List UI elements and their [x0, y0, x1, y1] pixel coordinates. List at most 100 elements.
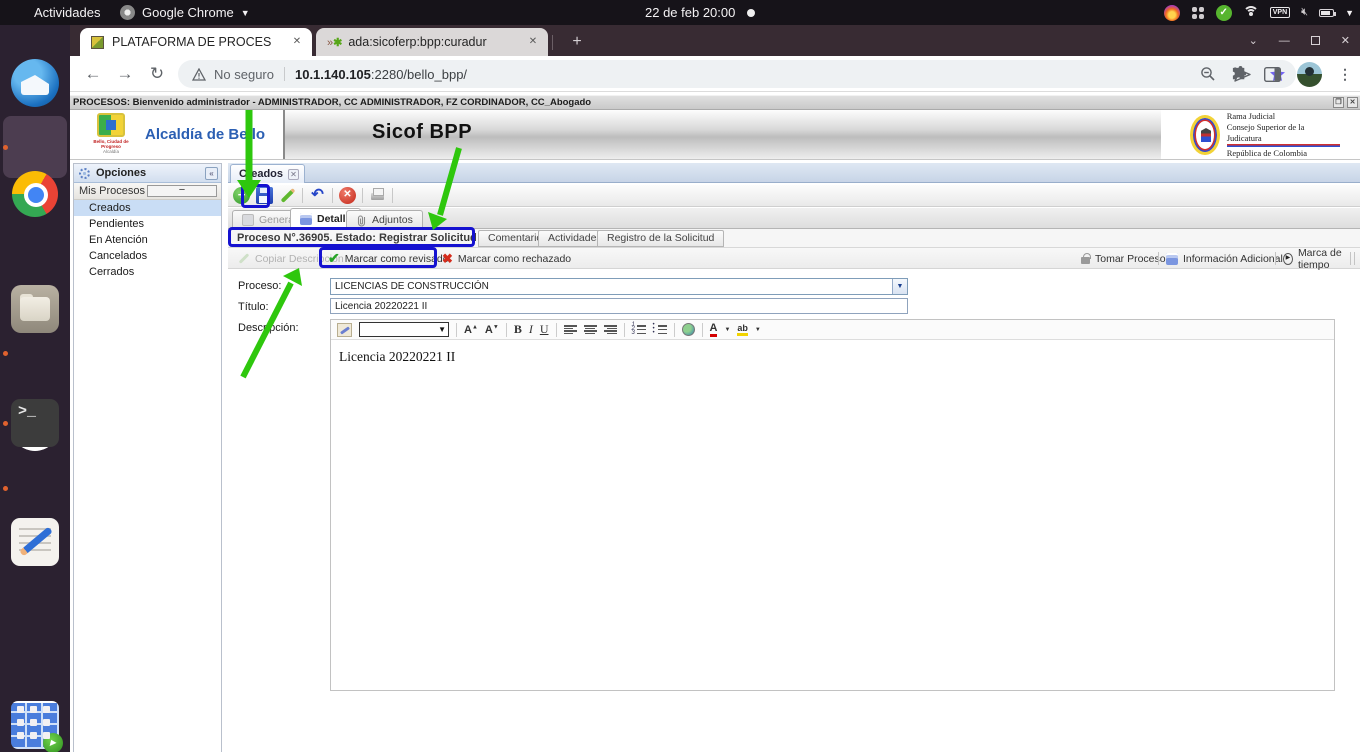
description-editor: A▲ A▼ B I U A▼ ab▼ Licencia 20220221 II — [330, 319, 1335, 691]
screen: Actividades Google Chrome ▼ 22 de feb 20… — [0, 0, 1360, 752]
proceso-select[interactable]: LICENCIAS DE CONSTRUCCIÓN ▼ — [330, 278, 908, 295]
workspace-tab-bar: Creados ✕ — [228, 163, 1360, 183]
forward-button[interactable]: → — [114, 63, 136, 85]
welcome-status-bar: PROCESOS: Bienvenido administrador - ADM… — [70, 95, 1360, 110]
slack-indicator-icon[interactable] — [1191, 6, 1205, 20]
description-textarea[interactable]: Licencia 20220221 II — [331, 340, 1334, 691]
app-title: Sicof BPP — [372, 121, 472, 144]
url-path: :2280/bello_bpp/ — [371, 67, 467, 82]
omnibox[interactable]: No seguro 10.1.140.105 :2280/bello_bpp/ — [178, 60, 1296, 88]
tab-plataforma[interactable]: PLATAFORMA DE PROCES ✕ — [80, 28, 312, 56]
app-menu[interactable]: Google Chrome ▼ — [120, 0, 250, 25]
print-button[interactable] — [369, 187, 386, 204]
detail-tab-bar: General Detalle Adjuntos — [228, 208, 1360, 229]
tab-registro-solicitud[interactable]: Registro de la Solicitud — [597, 230, 724, 247]
close-button[interactable]: ✕ — [1341, 34, 1350, 47]
gear-icon — [79, 168, 90, 179]
page-restore-icon[interactable]: ❐ — [1333, 97, 1344, 108]
clock-label: 22 de feb 20:00 — [645, 5, 735, 20]
chrome-menu-icon[interactable]: ⋮ — [1338, 66, 1352, 83]
judicial-rule — [1227, 144, 1340, 147]
profile-avatar[interactable] — [1297, 62, 1322, 87]
font-increase-icon[interactable]: A▲ — [464, 324, 478, 336]
crest-sub: Alcaldía — [88, 149, 134, 154]
sidebar-item-cerrados[interactable]: Cerrados — [74, 264, 221, 280]
sidebar-item-pendientes[interactable]: Pendientes — [74, 216, 221, 232]
tab2-close-icon[interactable]: ✕ — [525, 34, 541, 50]
dock-files-icon[interactable] — [11, 285, 59, 333]
sidebar-collapse-button[interactable]: « — [205, 167, 218, 180]
edit-button[interactable] — [279, 187, 296, 204]
sidebar-item-cancelados[interactable]: Cancelados — [74, 248, 221, 264]
sidebar-item-en-atencion[interactable]: En Atención — [74, 232, 221, 248]
insert-image-icon[interactable] — [682, 323, 695, 336]
sidebar-group-mis-procesos[interactable]: Mis Procesos − — [74, 183, 221, 200]
group-collapse-icon[interactable]: − — [147, 185, 217, 197]
crest-caption: Bello, Ciudad de Progreso — [88, 139, 134, 149]
judicial-line1: Rama Judicial — [1227, 111, 1340, 122]
select-arrow-icon[interactable]: ▼ — [892, 279, 907, 294]
bold-button[interactable]: B — [514, 322, 522, 337]
extensions-puzzle-icon[interactable] — [1231, 66, 1248, 83]
tab-creados-close-icon[interactable]: ✕ — [288, 169, 299, 180]
zoom-out-icon[interactable] — [1200, 66, 1216, 82]
tab-sicoferp[interactable]: »✱ ada:sicoferp:bpp:curadur ✕ — [316, 28, 548, 56]
app-indicator-icon[interactable] — [1164, 5, 1180, 21]
maximize-button[interactable] — [1311, 36, 1320, 45]
clock[interactable]: 22 de feb 20:00 — [645, 0, 755, 25]
align-left-icon[interactable] — [564, 324, 577, 335]
sidebar-item-creados[interactable]: Creados — [74, 200, 221, 216]
page-close-icon[interactable]: ✕ — [1347, 97, 1358, 108]
add-button[interactable]: + — [233, 187, 250, 204]
source-edit-icon[interactable] — [337, 323, 352, 337]
take-process-button[interactable]: Tomar Proceso — [1081, 248, 1166, 269]
minimize-button[interactable]: — — [1279, 35, 1290, 47]
side-panel-icon[interactable] — [1264, 67, 1281, 82]
titulo-input[interactable] — [330, 298, 908, 314]
align-center-icon[interactable] — [584, 324, 597, 335]
align-right-icon[interactable] — [604, 324, 617, 335]
timestamp-button[interactable]: ▶ Marca de tiempo — [1283, 248, 1360, 269]
tab2-title: ada:sicoferp:bpp:curadur — [348, 35, 518, 49]
dock-text-editor-icon[interactable] — [11, 518, 59, 566]
italic-button[interactable]: I — [529, 322, 533, 337]
dock-thunderbird-icon[interactable] — [11, 59, 59, 107]
additional-info-button[interactable]: Información Adicional — [1166, 248, 1283, 269]
show-applications-button[interactable] — [17, 706, 53, 742]
save-button[interactable] — [256, 187, 273, 204]
tab-creados[interactable]: Creados ✕ — [230, 164, 305, 183]
site-header: Bello, Ciudad de Progreso Alcaldía Alcal… — [70, 110, 1360, 160]
font-family-select[interactable] — [359, 322, 449, 337]
tray-chevron-icon[interactable]: ▼ — [1345, 8, 1354, 18]
underline-button[interactable]: U — [540, 322, 549, 337]
vpn-badge: VPN — [1270, 7, 1290, 18]
activities-button[interactable]: Actividades — [34, 0, 100, 25]
system-tray[interactable]: ✓ VPN 🔇︎ ▼ — [1164, 0, 1354, 25]
highlight-color-icon[interactable]: ab — [737, 323, 748, 337]
tab-separator — [552, 35, 553, 50]
window-controls: ⌄ — ✕ — [1249, 25, 1350, 56]
undo-button[interactable]: ↶ — [309, 187, 326, 204]
mark-reviewed-button[interactable]: ✔ Marcar como revisado — [328, 248, 449, 269]
sidebar-header: Opciones « — [74, 164, 221, 183]
dock-terminal-icon[interactable]: >_ — [11, 399, 59, 447]
ordered-list-icon[interactable] — [632, 324, 646, 335]
font-color-icon[interactable]: A — [710, 323, 718, 337]
battery-icon — [1319, 9, 1334, 17]
ubuntu-top-bar: Actividades Google Chrome ▼ 22 de feb 20… — [0, 0, 1360, 25]
back-button[interactable]: ← — [82, 63, 104, 85]
tab1-close-icon[interactable]: ✕ — [289, 34, 305, 50]
bullet-list-icon[interactable] — [653, 324, 667, 335]
tab-adjuntos[interactable]: Adjuntos — [346, 210, 423, 229]
tab1-favicon — [91, 36, 104, 49]
dock-chrome-icon[interactable] — [12, 171, 58, 217]
municipality-name: Alcaldía de Bello — [145, 126, 265, 143]
reload-button[interactable]: ↻ — [146, 63, 168, 85]
tab2-favicon: »✱ — [327, 36, 342, 49]
tab-search-icon[interactable]: ⌄ — [1249, 34, 1258, 47]
new-tab-button[interactable]: + — [566, 31, 588, 53]
font-decrease-icon[interactable]: A▼ — [485, 324, 499, 336]
status-check-icon[interactable]: ✓ — [1216, 5, 1232, 21]
delete-button[interactable]: ✕ — [339, 187, 356, 204]
mark-rejected-button[interactable]: ✖ Marcar como rechazado — [442, 248, 571, 269]
